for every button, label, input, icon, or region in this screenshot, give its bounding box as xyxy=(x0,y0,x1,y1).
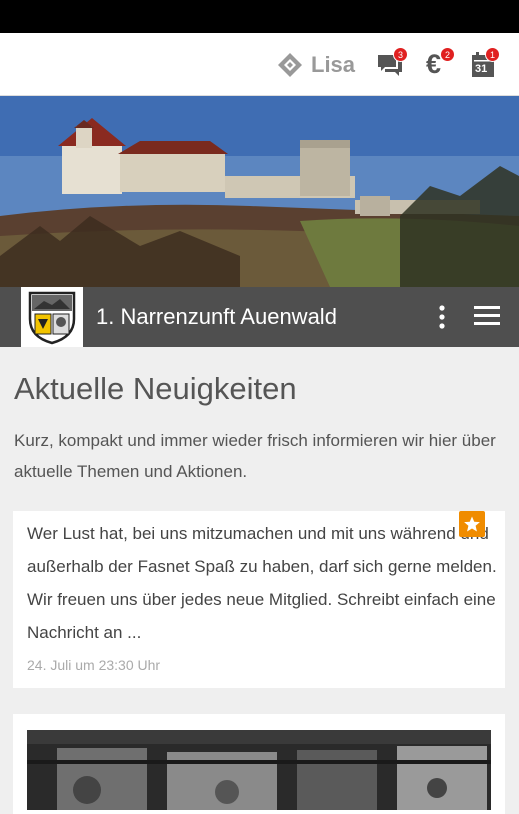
user-name: Lisa xyxy=(311,51,356,77)
club-logo[interactable] xyxy=(21,287,83,347)
news-card[interactable]: Wer Lust hat, bei uns mitzumachen und mi… xyxy=(13,511,505,688)
calendar-button[interactable]: 31 1 xyxy=(471,33,500,96)
news-card[interactable] xyxy=(13,714,505,814)
hero-image xyxy=(0,96,519,287)
calendar-day: 31 xyxy=(475,63,488,75)
news-section: Aktuelle Neuigkeiten Kurz, kompakt und i… xyxy=(0,347,519,814)
menu-button[interactable] xyxy=(474,305,502,329)
payments-button[interactable]: € 2 xyxy=(426,33,455,96)
club-crest-icon xyxy=(28,291,76,345)
top-bar: Lisa 3 € 2 31 1 xyxy=(0,33,519,96)
club-name: 1. Narrenzunft Auenwald xyxy=(96,304,337,329)
status-bar xyxy=(0,0,519,33)
user-profile-button[interactable]: Lisa xyxy=(276,33,355,96)
calendar-badge: 1 xyxy=(485,47,500,62)
page-intro: Kurz, kompakt und immer wieder frisch in… xyxy=(14,431,496,481)
page-title: Aktuelle Neuigkeiten xyxy=(14,371,297,406)
app-logo-icon xyxy=(278,52,302,77)
news-card-date: 24. Juli um 23:30 Uhr xyxy=(27,657,161,673)
euro-icon: € xyxy=(426,49,442,79)
more-options-button[interactable] xyxy=(432,303,452,331)
star-icon xyxy=(464,516,480,532)
payments-badge: 2 xyxy=(440,47,455,62)
more-vertical-icon xyxy=(439,305,445,329)
favorite-button[interactable] xyxy=(459,511,485,537)
news-card-image xyxy=(27,730,491,810)
hamburger-menu-icon xyxy=(474,306,500,325)
messages-button[interactable]: 3 xyxy=(376,33,408,96)
messages-badge: 3 xyxy=(393,47,408,62)
club-header: 1. Narrenzunft Auenwald xyxy=(0,287,519,347)
news-card-text: Wer Lust hat, bei uns mitzumachen und mi… xyxy=(27,524,497,642)
